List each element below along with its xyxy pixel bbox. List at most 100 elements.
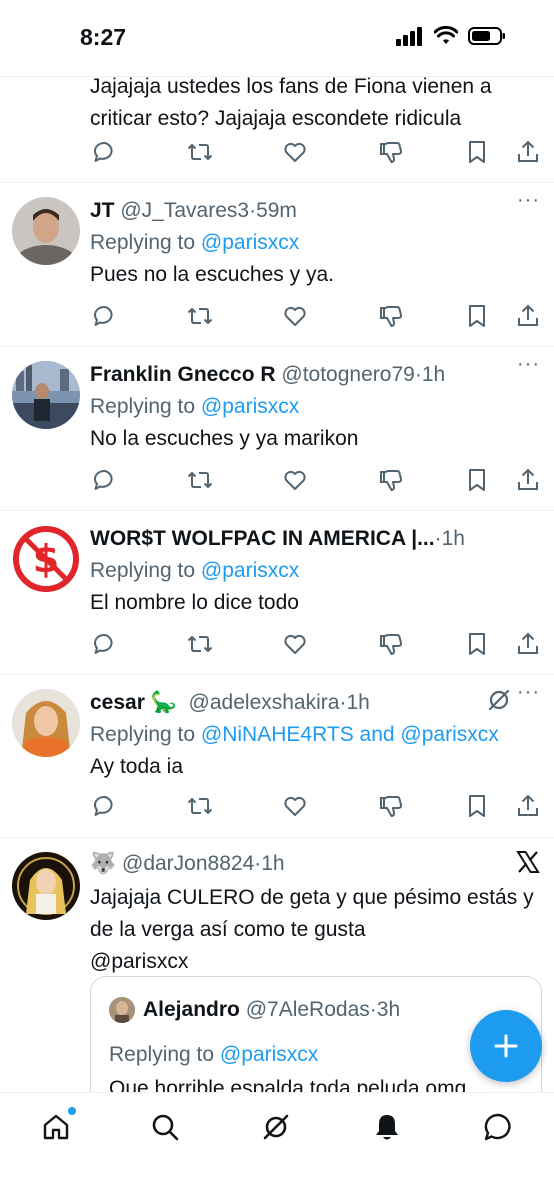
avatar[interactable] <box>12 852 80 920</box>
author-handle[interactable]: @darJon8824 <box>122 852 254 876</box>
bookmark-button[interactable] <box>462 629 492 659</box>
separator: · <box>249 199 257 222</box>
nav-grok[interactable] <box>258 1109 294 1145</box>
author-handle[interactable]: @7AleRodas <box>246 998 370 1022</box>
separator: · <box>434 527 442 550</box>
bookmark-button[interactable] <box>462 465 492 495</box>
tweet-time[interactable]: 1h <box>422 363 445 387</box>
repost-button[interactable] <box>185 465 215 495</box>
tweet-time[interactable]: 1h <box>442 527 465 551</box>
dislike-button[interactable] <box>375 137 405 167</box>
quote-header: Alejandro @7AleRodas · 3h <box>109 997 400 1023</box>
status-icons <box>396 26 506 46</box>
repost-button[interactable] <box>185 301 215 331</box>
author-name[interactable]: cesar 🦕 <box>90 691 177 715</box>
repost-icon <box>187 307 213 325</box>
tweet-text: Pues no la escuches y ya. <box>90 263 334 286</box>
author-handle[interactable]: @J_Tavares3 <box>120 199 249 223</box>
replying-to: Replying to @parisxcx <box>109 1043 318 1067</box>
share-button[interactable] <box>513 629 543 659</box>
replying-to: Replying to @parisxcx <box>90 231 540 255</box>
reply-button[interactable] <box>90 629 120 659</box>
nav-home[interactable] <box>38 1107 76 1145</box>
tweet-header: WOR$T WOLFPAC IN AMERICA |... · 1h <box>90 525 540 553</box>
more-options-icon[interactable]: ··· <box>517 681 540 704</box>
dislike-icon <box>380 796 403 817</box>
author-name[interactable]: 🐺 <box>90 852 116 876</box>
replying-to: Replying to @parisxcx <box>90 559 540 583</box>
bookmark-button[interactable] <box>462 791 492 821</box>
replying-label: Replying to <box>90 395 196 418</box>
like-button[interactable] <box>280 137 310 167</box>
avatar[interactable] <box>12 197 80 265</box>
replying-label: Replying to <box>90 723 196 746</box>
tweet[interactable]: Jajajaja ustedes los fans de Fiona viene… <box>0 75 554 183</box>
tweet-header: cesar 🦕 @adelexshakira · 1h <box>90 689 540 717</box>
mention-link[interactable]: @NiNAHE4RTS and @parisxcx <box>201 723 499 746</box>
author-name[interactable]: Franklin Gnecco R <box>90 363 276 387</box>
replying-label: Replying to <box>90 559 196 582</box>
avatar[interactable] <box>12 361 80 429</box>
share-button[interactable] <box>513 791 543 821</box>
separator: · <box>254 852 262 875</box>
reply-button[interactable] <box>90 465 120 495</box>
dislike-icon <box>380 470 403 491</box>
tweet-text: El nombre lo dice todo <box>90 591 299 614</box>
more-options-icon[interactable]: ··· <box>517 189 540 212</box>
bookmark-button[interactable] <box>462 137 492 167</box>
x-logo-icon <box>516 851 540 873</box>
like-button[interactable] <box>280 629 310 659</box>
avatar[interactable] <box>12 689 80 757</box>
mention-link[interactable]: @parisxcx <box>90 946 540 978</box>
author-handle[interactable]: @adelexshakira <box>189 691 340 715</box>
bookmark-button[interactable] <box>462 301 492 331</box>
dislike-button[interactable] <box>375 301 405 331</box>
tweet[interactable]: $ WOR$T WOLFPAC IN AMERICA |... · 1h Rep… <box>0 511 554 675</box>
like-icon <box>284 796 306 816</box>
more-options-icon[interactable]: ··· <box>517 353 540 376</box>
dislike-button[interactable] <box>375 465 405 495</box>
repost-button[interactable] <box>185 629 215 659</box>
author-name[interactable]: JT <box>90 199 115 223</box>
like-button[interactable] <box>280 301 310 331</box>
like-button[interactable] <box>280 791 310 821</box>
tweet-time[interactable]: 3h <box>377 998 400 1022</box>
repost-icon <box>187 471 213 489</box>
avatar[interactable]: $ <box>12 525 80 593</box>
share-button[interactable] <box>513 301 543 331</box>
reply-button[interactable] <box>90 791 120 821</box>
reply-button[interactable] <box>90 137 120 167</box>
compose-button[interactable] <box>470 1010 542 1082</box>
replying-label: Replying to <box>109 1043 215 1066</box>
dislike-button[interactable] <box>375 791 405 821</box>
mention-link[interactable]: @parisxcx <box>201 231 299 254</box>
mention-link[interactable]: @parisxcx <box>201 559 299 582</box>
share-button[interactable] <box>513 465 543 495</box>
author-name[interactable]: Alejandro <box>143 998 240 1022</box>
tweet-actions <box>90 791 544 821</box>
repost-button[interactable] <box>185 791 215 821</box>
author-handle[interactable]: @totognero79 <box>281 363 414 387</box>
tweet-time[interactable]: 1h <box>346 691 369 715</box>
share-button[interactable] <box>513 137 543 167</box>
mention-link[interactable]: @parisxcx <box>220 1043 318 1066</box>
reply-button[interactable] <box>90 301 120 331</box>
status-time: 8:27 <box>80 24 127 50</box>
tweet-text: Ay toda ia <box>90 755 184 778</box>
nav-messages[interactable] <box>480 1109 516 1145</box>
tweet[interactable]: cesar 🦕 @adelexshakira · 1h Replying to … <box>0 675 554 838</box>
tweet[interactable]: JT @J_Tavares3 · 59m Replying to @parisx… <box>0 183 554 347</box>
tweet[interactable]: Franklin Gnecco R @totognero79 · 1h Repl… <box>0 347 554 511</box>
nav-notifications[interactable] <box>369 1109 405 1145</box>
nav-search[interactable] <box>147 1109 183 1145</box>
like-button[interactable] <box>280 465 310 495</box>
author-name[interactable]: WOR$T WOLFPAC IN AMERICA |... <box>90 527 435 551</box>
dislike-button[interactable] <box>375 629 405 659</box>
reply-icon <box>94 469 113 490</box>
tweet-time[interactable]: 1h <box>261 852 284 876</box>
mention-link[interactable]: @parisxcx <box>201 395 299 418</box>
tweet-text: Jajajaja CULERO de geta y que pésimo est… <box>90 886 534 941</box>
tweet-time[interactable]: 59m <box>256 199 297 223</box>
grok-icon[interactable] <box>486 687 512 713</box>
repost-button[interactable] <box>185 137 215 167</box>
